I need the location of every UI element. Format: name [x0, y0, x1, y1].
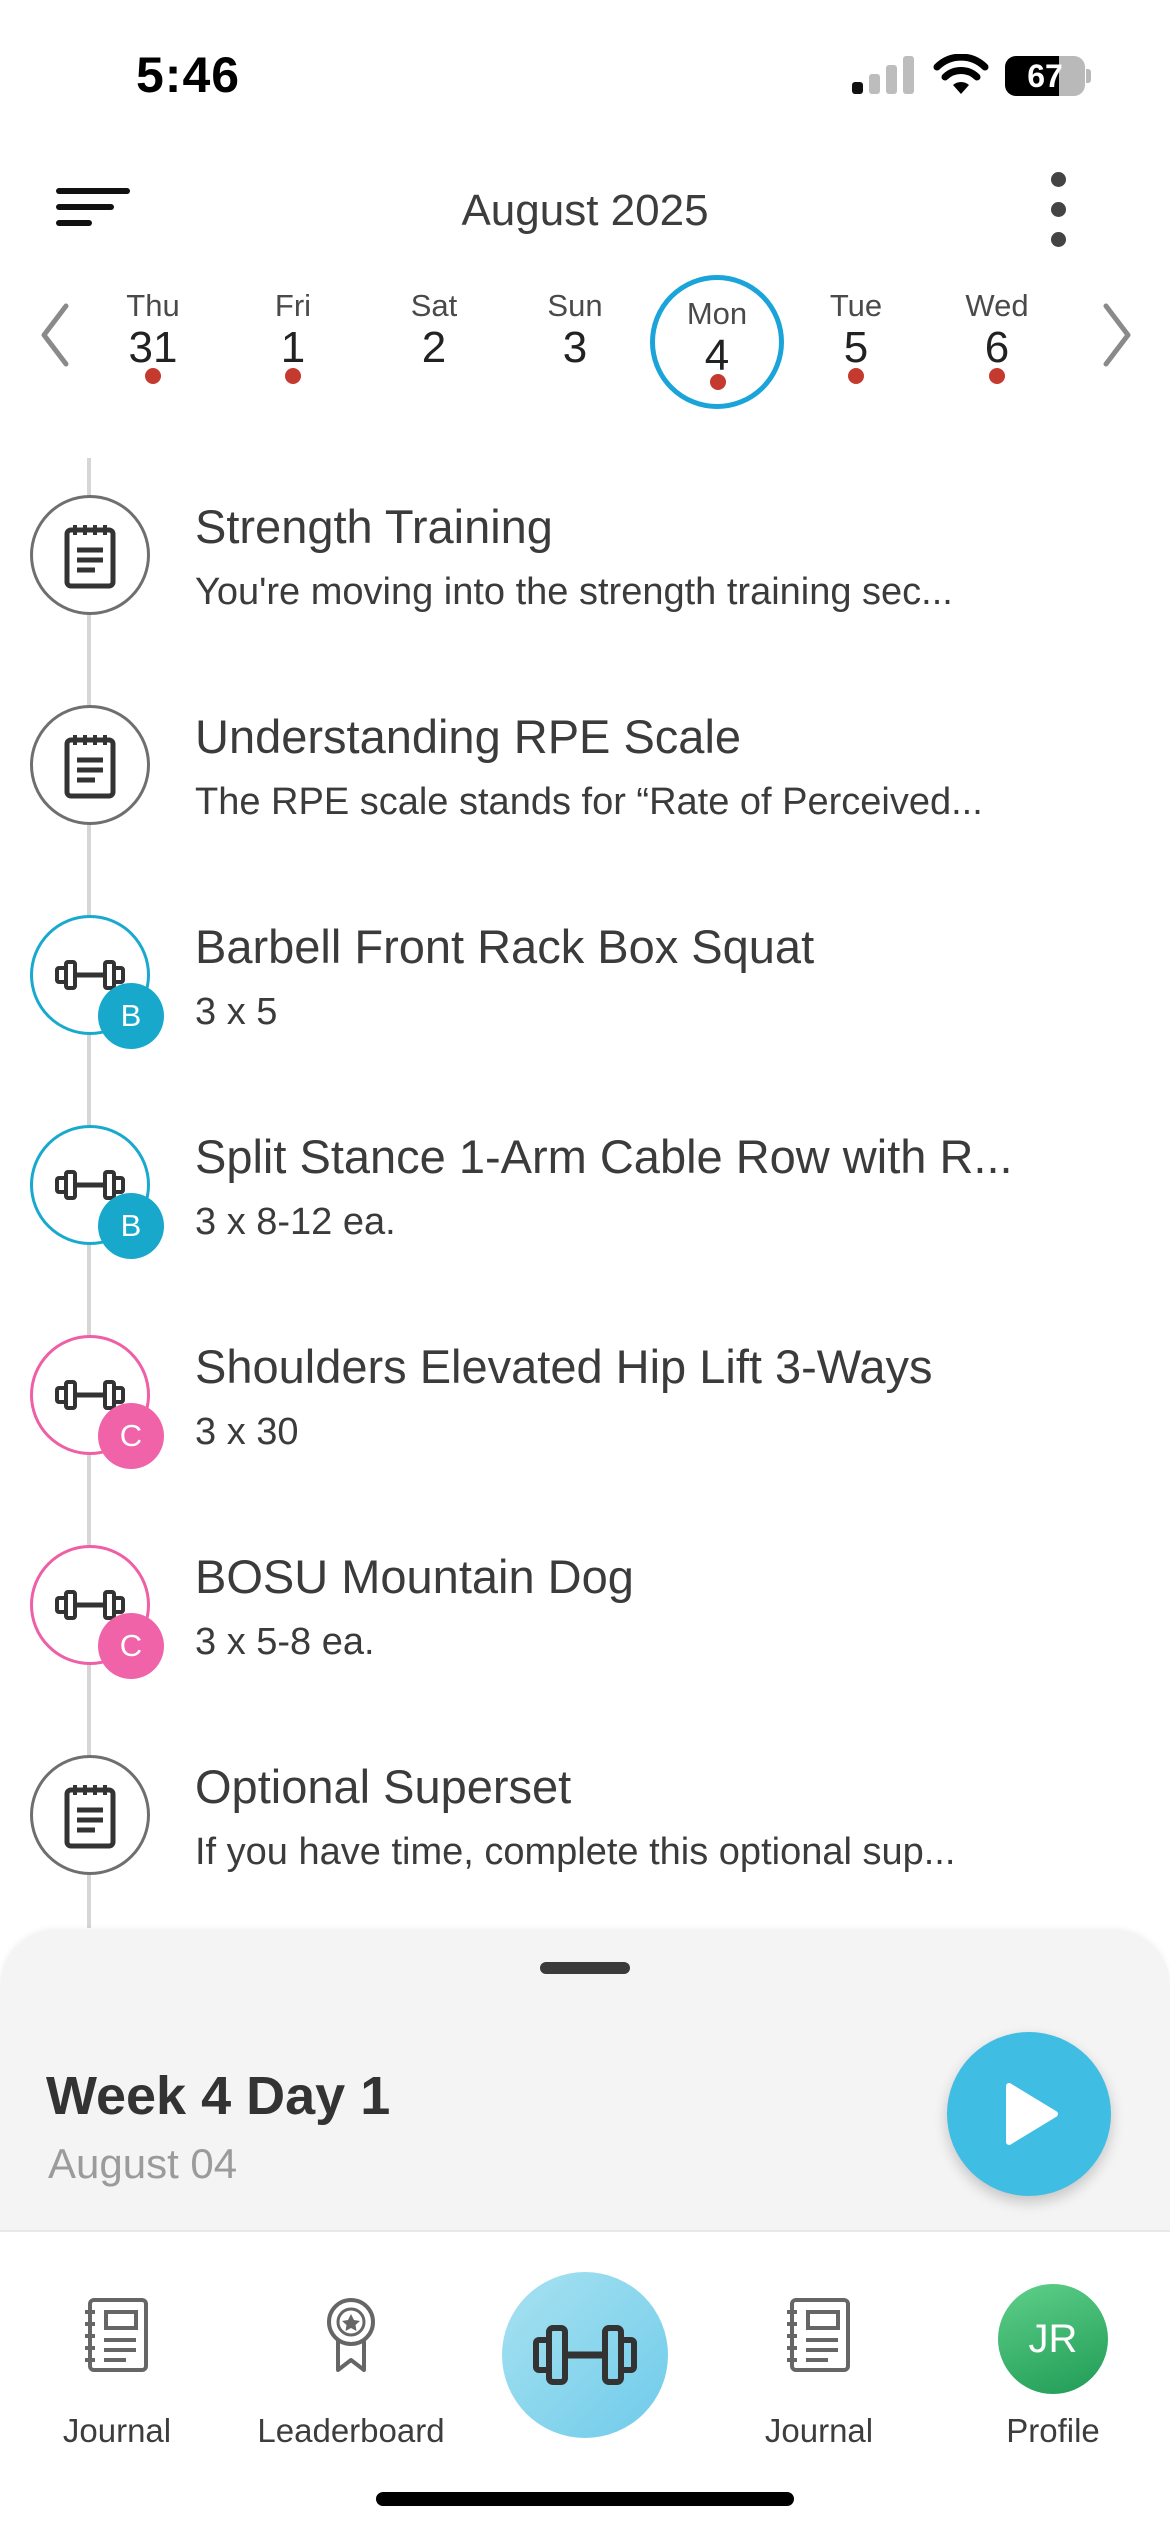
- chevron-left-icon[interactable]: [34, 300, 78, 370]
- status-time: 5:46: [136, 47, 241, 103]
- play-icon: [1006, 2083, 1058, 2145]
- item-title: Shoulders Elevated Hip Lift 3-Ways: [195, 1340, 933, 1393]
- week-strip: Thu 31 Fri 1 Sat 2 Sun 3 Mon 4 Tue 5 Wed…: [0, 275, 1170, 420]
- item-title: Split Stance 1-Arm Cable Row with R...: [195, 1130, 1013, 1183]
- notepad-icon: [30, 705, 150, 825]
- group-badge: B: [98, 1193, 164, 1259]
- day-name: Tue: [829, 288, 883, 323]
- avatar: JR: [998, 2284, 1108, 2394]
- day-number: 1: [280, 323, 306, 372]
- day-number: 2: [421, 323, 447, 372]
- day-number: 4: [704, 331, 730, 380]
- workout-bottom-sheet[interactable]: Week 4 Day 1 August 04: [0, 1930, 1170, 2230]
- tab-leaderboard[interactable]: Leaderboard: [234, 2232, 468, 2452]
- drag-handle[interactable]: [540, 1962, 630, 1974]
- play-button[interactable]: [947, 2032, 1111, 2196]
- day-tue-5[interactable]: Tue 5: [796, 280, 916, 400]
- list-item-strength-training[interactable]: Strength Training You're moving into the…: [0, 455, 1170, 635]
- item-subtitle: 3 x 5: [195, 991, 278, 1033]
- day-wed-6[interactable]: Wed 6: [937, 280, 1057, 400]
- tab-journal[interactable]: Journal: [0, 2232, 234, 2452]
- day-name: Sat: [410, 288, 458, 323]
- notepad-icon: [30, 495, 150, 615]
- tab-label: Journal: [62, 2412, 172, 2449]
- day-fri-1[interactable]: Fri 1: [233, 280, 353, 400]
- month-title: August 2025: [461, 186, 709, 235]
- day-thu-31[interactable]: Thu 31: [93, 280, 213, 400]
- notepad-icon: [30, 1755, 150, 1875]
- battery-icon: 67: [1005, 56, 1091, 96]
- list-item-optional-superset[interactable]: Optional Superset If you have time, comp…: [0, 1715, 1170, 1895]
- day-number: 5: [843, 323, 869, 372]
- group-badge: C: [98, 1613, 164, 1679]
- list-item-split-stance-cable-row[interactable]: B Split Stance 1-Arm Cable Row with R...…: [0, 1085, 1170, 1265]
- tab-label: Leaderboard: [257, 2412, 445, 2449]
- workout-dot: [710, 374, 726, 390]
- wifi-icon: [933, 54, 989, 94]
- item-title: Strength Training: [195, 500, 553, 553]
- day-name: Thu: [126, 288, 180, 323]
- list-item-barbell-front-rack-box-squat[interactable]: B Barbell Front Rack Box Squat 3 x 5: [0, 875, 1170, 1055]
- tab-label: Journal: [764, 2412, 874, 2449]
- day-name: Fri: [274, 288, 312, 323]
- list-item-bosu-mountain-dog[interactable]: C BOSU Mountain Dog 3 x 5-8 ea.: [0, 1505, 1170, 1685]
- item-title: Understanding RPE Scale: [195, 710, 742, 763]
- day-number: 3: [562, 323, 588, 372]
- workout-dot: [145, 368, 161, 384]
- award-ribbon-icon: [327, 2298, 375, 2372]
- group-badge: B: [98, 983, 164, 1049]
- workout-dot: [285, 368, 301, 384]
- chevron-right-icon[interactable]: [1094, 300, 1138, 370]
- status-bar: 5:46 67: [0, 0, 1170, 150]
- cellular-signal-icon: [852, 56, 914, 94]
- day-sat-2[interactable]: Sat 2: [374, 280, 494, 400]
- workout-title: Week 4 Day 1: [46, 2066, 391, 2126]
- workout-date: August 04: [48, 2140, 238, 2187]
- day-number: 31: [128, 323, 178, 372]
- day-number: 6: [984, 323, 1010, 372]
- item-subtitle: You're moving into the strength training…: [195, 571, 953, 613]
- tab-label: Profile: [1006, 2412, 1100, 2449]
- day-name: Wed: [965, 288, 1029, 323]
- item-subtitle: The RPE scale stands for “Rate of Percei…: [195, 781, 983, 823]
- group-badge: C: [98, 1403, 164, 1469]
- battery-percentage: 67: [1027, 58, 1063, 94]
- item-title: Barbell Front Rack Box Squat: [195, 920, 815, 973]
- item-subtitle: 3 x 30: [195, 1411, 299, 1453]
- more-options-icon[interactable]: [1046, 172, 1072, 248]
- tab-journal-2[interactable]: Journal: [702, 2232, 936, 2452]
- item-subtitle: 3 x 5-8 ea.: [195, 1621, 375, 1663]
- item-title: BOSU Mountain Dog: [195, 1550, 634, 1603]
- home-indicator: [376, 2492, 794, 2506]
- journal-icon: [85, 2298, 148, 2372]
- dumbbell-icon: [533, 2325, 637, 2385]
- list-item-shoulders-elevated-hip-lift[interactable]: C Shoulders Elevated Hip Lift 3-Ways 3 x…: [0, 1295, 1170, 1475]
- workout-dot: [989, 368, 1005, 384]
- tab-workout-button[interactable]: [502, 2272, 668, 2438]
- tab-bar: Journal Leaderboard Journal JR Profile: [0, 2230, 1170, 2532]
- journal-icon: [787, 2298, 850, 2372]
- day-mon-4-selected[interactable]: Mon 4: [650, 275, 784, 409]
- item-subtitle: 3 x 8-12 ea.: [195, 1201, 396, 1243]
- item-subtitle: If you have time, complete this optional…: [195, 1831, 956, 1873]
- day-name: Mon: [686, 296, 748, 331]
- tab-profile[interactable]: JR Profile: [936, 2232, 1170, 2452]
- item-title: Optional Superset: [195, 1760, 572, 1813]
- workout-dot: [848, 368, 864, 384]
- day-sun-3[interactable]: Sun 3: [515, 280, 635, 400]
- list-item-understanding-rpe-scale[interactable]: Understanding RPE Scale The RPE scale st…: [0, 665, 1170, 845]
- day-name: Sun: [547, 288, 603, 323]
